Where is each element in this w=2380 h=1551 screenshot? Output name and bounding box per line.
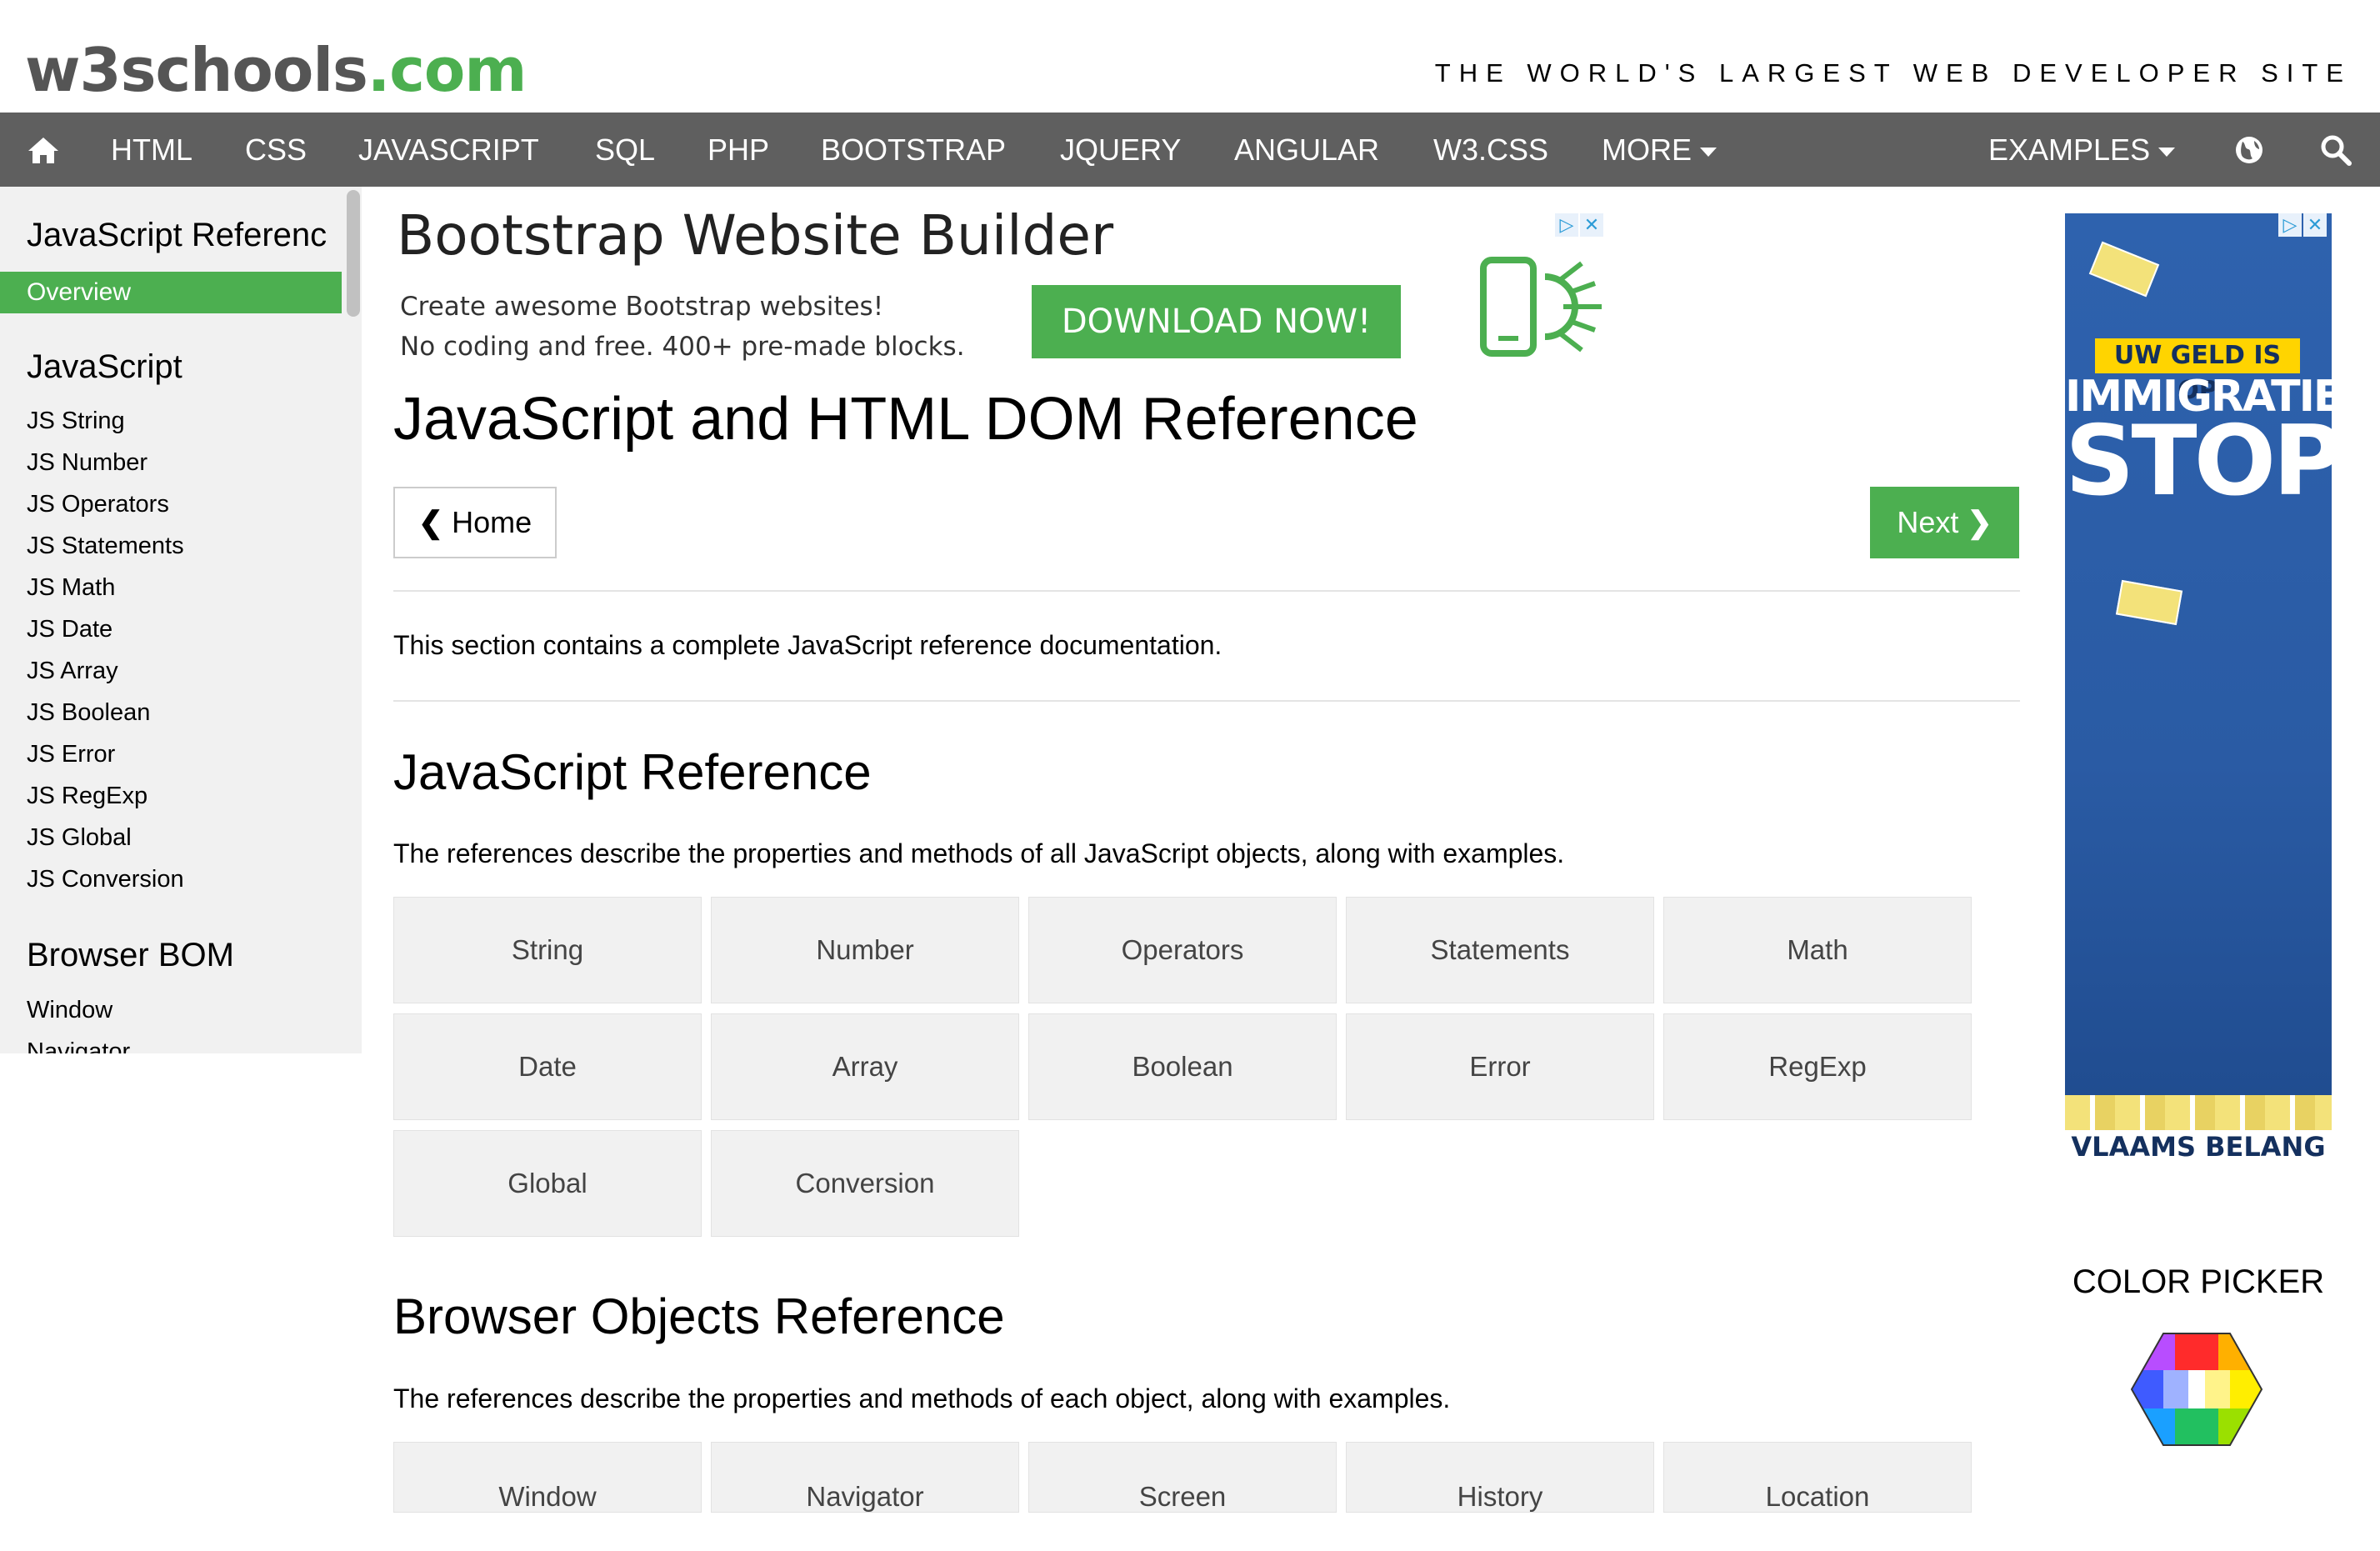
divider	[393, 700, 2020, 702]
sidebar-title: JavaScript Referenc	[27, 217, 328, 253]
chevron-right-icon: ❯	[1967, 505, 1992, 539]
ad-title[interactable]: Bootstrap Website Builder	[397, 203, 1113, 268]
ad-banner-text: UW GELD IS OP	[2095, 338, 2300, 405]
ref-tile-number[interactable]: Number	[711, 897, 1019, 1003]
nav-examples[interactable]: EXAMPLES	[1988, 113, 2176, 187]
nav-html[interactable]: HTML	[111, 113, 192, 187]
ref-tile-string[interactable]: String	[393, 897, 702, 1003]
sidebar-item-js-string[interactable]: JS String	[27, 408, 125, 435]
ref-tile-operators[interactable]: Operators	[1028, 897, 1337, 1003]
ref-tile-window[interactable]: Window	[393, 1442, 702, 1513]
logo-text: w3schools	[25, 35, 368, 105]
ref-tile-global[interactable]: Global	[393, 1130, 702, 1237]
color-picker-icon[interactable]	[2130, 1332, 2263, 1447]
sidebar-heading-javascript: JavaScript	[27, 348, 182, 385]
nav-jquery[interactable]: JQUERY	[1060, 113, 1181, 187]
sidebar-item-js-error[interactable]: JS Error	[27, 741, 115, 768]
ref-tile-regexp[interactable]: RegExp	[1663, 1013, 1972, 1120]
nav-javascript[interactable]: JAVASCRIPT	[358, 113, 539, 187]
logo-suffix: .com	[367, 35, 528, 105]
sidebar-item-js-global[interactable]: JS Global	[27, 824, 132, 852]
ref-tile-date[interactable]: Date	[393, 1013, 702, 1120]
ref-tile-math[interactable]: Math	[1663, 897, 1972, 1003]
color-picker-title: COLOR PICKER	[2072, 1263, 2325, 1300]
sidebar-item-js-math[interactable]: JS Math	[27, 574, 115, 602]
ref-tile-history[interactable]: History	[1346, 1442, 1654, 1513]
sidebar-heading-browser-bom: Browser BOM	[27, 937, 234, 973]
nav-w3css[interactable]: W3.CSS	[1433, 113, 1548, 187]
phone-icon	[1480, 255, 1605, 360]
divider	[393, 590, 2020, 592]
sidebar-item-js-statements[interactable]: JS Statements	[27, 533, 184, 560]
next-button[interactable]: Next ❯	[1870, 487, 2019, 558]
ref-tile-array[interactable]: Array	[711, 1013, 1019, 1120]
ref-tile-error[interactable]: Error	[1346, 1013, 1654, 1120]
banknote-image	[2115, 579, 2183, 626]
chevron-down-icon	[1700, 147, 1717, 157]
ref-tile-boolean[interactable]: Boolean	[1028, 1013, 1337, 1120]
sidebar-item-js-array[interactable]: JS Array	[27, 658, 118, 685]
top-header: w3schools.com THE WORLD'S LARGEST WEB DE…	[0, 0, 2380, 113]
home-button-label: Home	[452, 505, 532, 539]
ad-line-1: Create awesome Bootstrap websites!	[400, 292, 884, 322]
ad-sponsor-label: VLAAMS BELANG	[2071, 1131, 2326, 1163]
nav-examples-label: EXAMPLES	[1988, 133, 2151, 167]
sidebar-item-js-conversion[interactable]: JS Conversion	[27, 866, 184, 893]
ad-choices-icon[interactable]: ▷ ✕	[2278, 213, 2328, 238]
intro-text: This section contains a complete JavaScr…	[393, 630, 1222, 660]
chevron-down-icon	[2158, 147, 2176, 157]
right-ad-banner[interactable]: UW GELD IS OP IMMIGRATIE STOP	[2065, 213, 2332, 1130]
section-heading-js-reference: JavaScript Reference	[393, 744, 872, 800]
search-icon[interactable]	[2315, 113, 2357, 187]
nav-angular[interactable]: ANGULAR	[1234, 113, 1379, 187]
ad-sponsor: VLAAMS BELANG	[2065, 1130, 2332, 1163]
top-navbar: HTML CSS JAVASCRIPT SQL PHP BOOTSTRAP JQ…	[0, 113, 2380, 187]
section-description: The references describe the properties a…	[393, 1383, 1451, 1413]
sidebar-scroll-track	[343, 187, 362, 1053]
nav-css[interactable]: CSS	[245, 113, 307, 187]
ad-download-button[interactable]: DOWNLOAD NOW!	[1032, 285, 1401, 358]
nav-bootstrap[interactable]: BOOTSTRAP	[821, 113, 1006, 187]
nav-sql[interactable]: SQL	[595, 113, 655, 187]
sidebar: JavaScript Referenc Overview JavaScript …	[0, 187, 343, 1053]
globe-icon[interactable]	[2228, 113, 2270, 187]
nav-more-label: MORE	[1602, 133, 1692, 167]
nav-more[interactable]: MORE	[1602, 113, 1717, 187]
section-description: The references describe the properties a…	[393, 838, 1565, 868]
page-title: JavaScript and HTML DOM Reference	[393, 386, 1418, 453]
ref-tile-location[interactable]: Location	[1663, 1442, 1972, 1513]
ref-tile-statements[interactable]: Statements	[1346, 897, 1654, 1003]
ad-headline-2: STOP	[2065, 405, 2332, 518]
home-button[interactable]: ❮ Home	[393, 487, 557, 558]
next-button-label: Next	[1897, 505, 1959, 539]
sidebar-item-js-number[interactable]: JS Number	[27, 449, 148, 477]
sidebar-item-window[interactable]: Window	[27, 997, 112, 1024]
banknotes-strip	[2065, 1095, 2332, 1130]
banknote-image	[2088, 241, 2160, 298]
nav-php[interactable]: PHP	[708, 113, 769, 187]
section-heading-browser-objects: Browser Objects Reference	[393, 1288, 1005, 1344]
sidebar-item-js-boolean[interactable]: JS Boolean	[27, 699, 150, 727]
ad-choices-icon[interactable]: ▷ ✕	[1555, 213, 1605, 238]
sidebar-scrollbar[interactable]	[347, 190, 360, 317]
home-icon[interactable]	[18, 113, 68, 187]
ref-tile-conversion[interactable]: Conversion	[711, 1130, 1019, 1237]
sidebar-item-navigator[interactable]: Navigator	[27, 1038, 130, 1053]
sidebar-item-js-operators[interactable]: JS Operators	[27, 491, 169, 518]
sidebar-item-js-regexp[interactable]: JS RegExp	[27, 783, 148, 810]
ad-line-2: No coding and free. 400+ pre-made blocks…	[400, 332, 965, 362]
ref-tile-screen[interactable]: Screen	[1028, 1442, 1337, 1513]
sidebar-item-js-date[interactable]: JS Date	[27, 616, 112, 643]
sidebar-item-overview[interactable]: Overview	[0, 272, 342, 313]
ref-tile-navigator[interactable]: Navigator	[711, 1442, 1019, 1513]
chevron-left-icon: ❮	[418, 505, 444, 539]
logo-link[interactable]: w3schools.com	[25, 28, 528, 112]
site-tagline: THE WORLD'S LARGEST WEB DEVELOPER SITE	[1434, 58, 2352, 88]
